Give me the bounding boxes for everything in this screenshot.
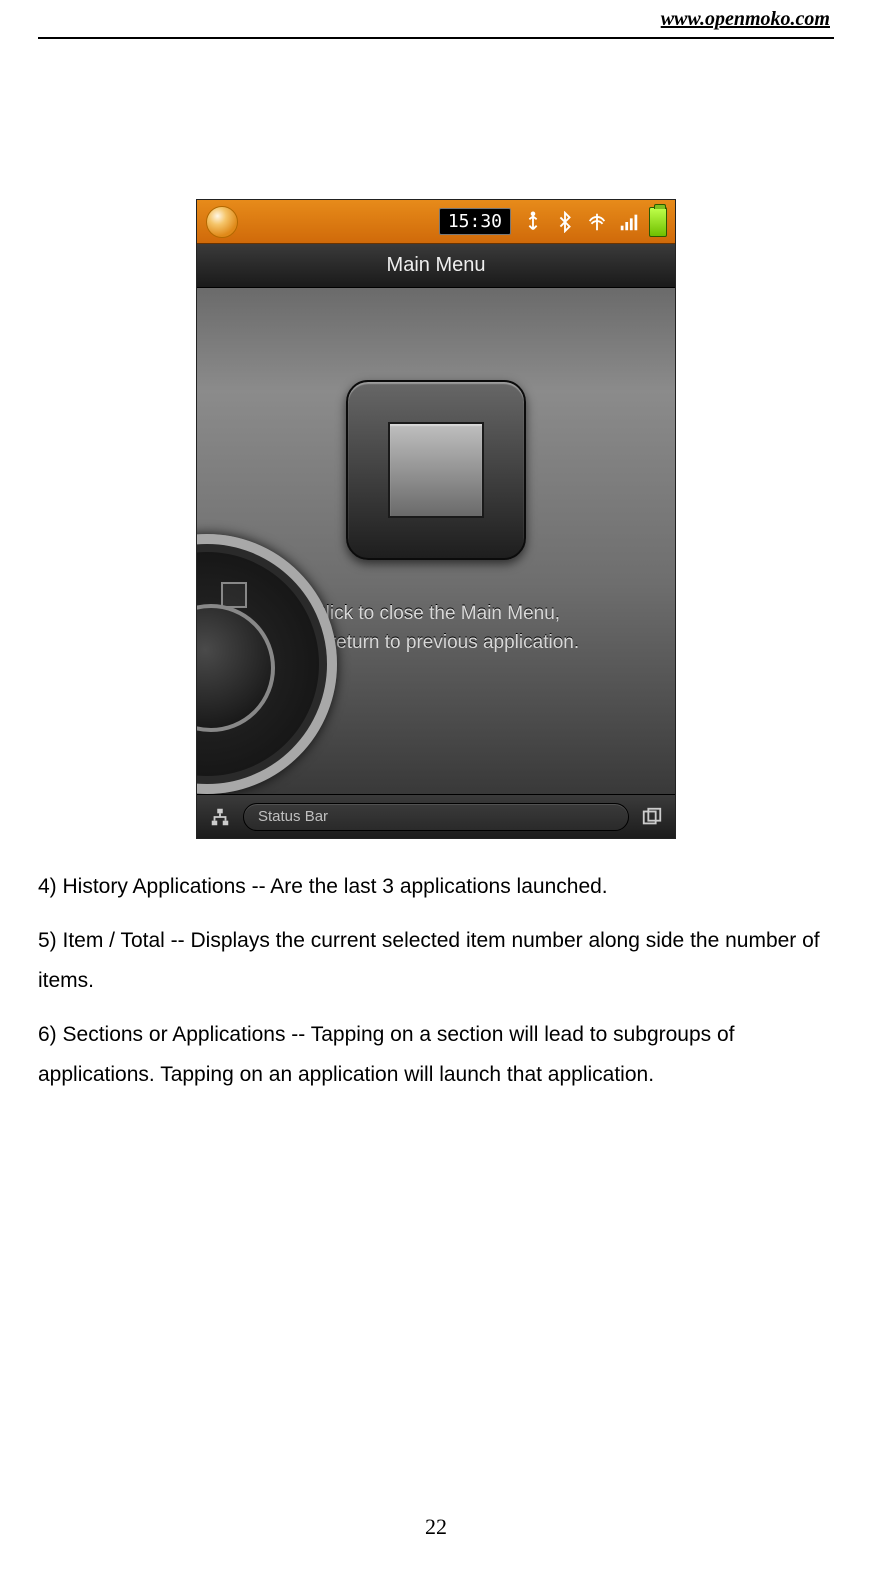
stop-square-icon xyxy=(388,422,484,518)
paragraph-6: 6) Sections or Applications -- Tapping o… xyxy=(38,1015,834,1095)
openmoko-logo-icon[interactable] xyxy=(197,200,247,244)
status-bar-top: 15:30 xyxy=(197,200,675,244)
paragraph-5: 5) Item / Total -- Displays the current … xyxy=(38,921,834,1001)
right-windows-icon[interactable] xyxy=(639,804,665,830)
title-bar: Main Menu xyxy=(197,244,675,288)
signal-icon xyxy=(616,207,642,237)
usb-icon xyxy=(520,207,546,237)
status-bar-field[interactable]: Status Bar xyxy=(243,803,629,831)
left-tree-icon[interactable] xyxy=(207,804,233,830)
logo-circle-icon xyxy=(206,206,238,238)
battery-icon xyxy=(649,207,667,237)
close-main-menu-button[interactable] xyxy=(346,380,526,560)
status-bar-label: Status Bar xyxy=(258,808,328,825)
wheel-marker-icon xyxy=(221,582,247,608)
header-divider xyxy=(38,37,834,39)
clock-readout: 15:30 xyxy=(439,208,511,235)
body-text: 4) History Applications -- Are the last … xyxy=(38,867,834,1094)
paragraph-4: 4) History Applications -- Are the last … xyxy=(38,867,834,907)
screenshot-container: 15:30 Main Menu xyxy=(38,199,834,839)
header-url-link[interactable]: www.openmoko.com xyxy=(38,8,834,31)
scroll-wheel[interactable] xyxy=(196,534,337,794)
page-number: 22 xyxy=(0,1514,872,1540)
wifi-icon xyxy=(584,207,610,237)
title-text: Main Menu xyxy=(387,254,486,277)
document-page: www.openmoko.com 15:30 xyxy=(0,0,872,1574)
device-screenshot: 15:30 Main Menu xyxy=(196,199,676,839)
status-bar-bottom: Status Bar xyxy=(197,794,675,838)
bluetooth-icon xyxy=(552,207,578,237)
